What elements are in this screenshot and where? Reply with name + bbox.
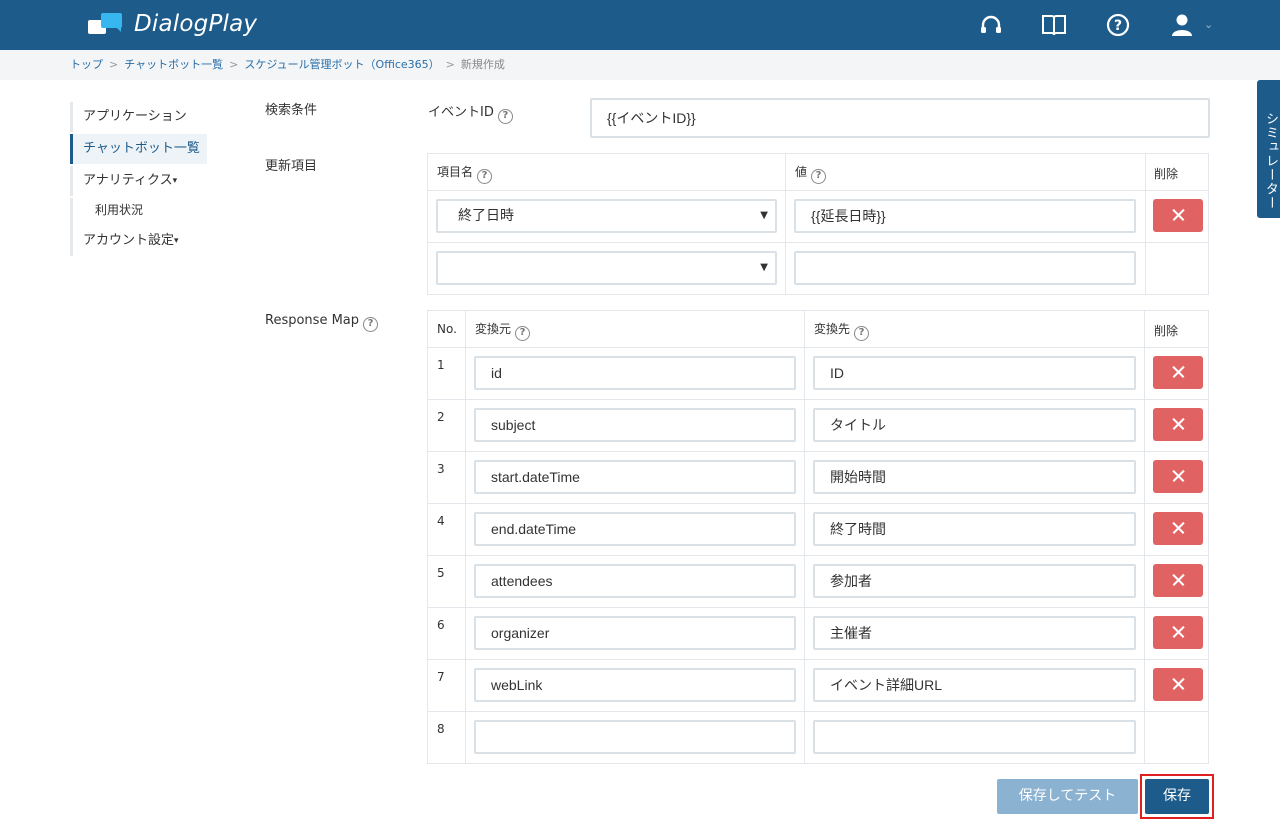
help-circle-icon[interactable]: ? <box>1105 12 1131 38</box>
logo-icon <box>88 10 124 38</box>
help-icon[interactable]: ? <box>477 169 493 184</box>
top-header: DialogPlay ? ⌄ <box>0 0 1280 50</box>
caret-down-icon: ▾ <box>172 176 178 186</box>
source-input[interactable]: id <box>474 356 796 390</box>
dropdown-arrow-icon: ▼ <box>760 210 768 221</box>
breadcrumb-current: 新規作成 <box>460 58 505 71</box>
target-input[interactable]: タイトル <box>813 408 1136 442</box>
col-source: 変換元? <box>475 320 531 341</box>
row-number: 8 <box>437 722 445 736</box>
event-id-label: イベントID? <box>428 101 513 124</box>
search-condition-label: 検索条件 <box>265 103 318 118</box>
item-name-select[interactable]: 終了日時 ▼ <box>436 199 777 233</box>
svg-text:?: ? <box>1114 18 1122 34</box>
update-items-label: 更新項目 <box>265 159 318 174</box>
update-value-input[interactable]: {{延長日時}} <box>794 199 1136 233</box>
source-input[interactable]: start.dateTime <box>474 460 796 494</box>
target-input[interactable]: 主催者 <box>813 616 1136 650</box>
sidebar-item-account[interactable]: アカウント設定▾ <box>70 226 220 256</box>
source-input[interactable]: webLink <box>474 668 796 702</box>
target-input[interactable]: 終了時間 <box>813 512 1136 546</box>
source-input[interactable]: end.dateTime <box>474 512 796 546</box>
caret-down-icon: ▾ <box>174 236 179 246</box>
col-delete: 削除 <box>1154 324 1179 338</box>
response-map-label: Response Map? <box>265 313 379 332</box>
user-menu-chevron-icon[interactable]: ⌄ <box>1204 18 1213 31</box>
save-button-highlight: 保存 <box>1140 774 1214 819</box>
target-input[interactable]: 参加者 <box>813 564 1136 598</box>
save-and-test-button[interactable]: 保存してテスト <box>997 779 1138 814</box>
row-number: 1 <box>437 358 445 372</box>
source-input[interactable]: organizer <box>474 616 796 650</box>
delete-button[interactable] <box>1153 199 1203 232</box>
breadcrumb-top[interactable]: トップ <box>70 58 103 71</box>
target-input[interactable]: イベント詳細URL <box>813 668 1136 702</box>
target-input[interactable]: 開始時間 <box>813 460 1136 494</box>
simulator-tab[interactable]: シミュレーター <box>1257 80 1280 218</box>
sidebar: アプリケーション チャットボット一覧 アナリティクス▾ 利用状況 アカウント設定… <box>70 102 220 258</box>
dropdown-arrow-icon: ▼ <box>760 262 768 273</box>
col-delete: 削除 <box>1154 167 1179 181</box>
event-id-input[interactable]: {{イベントID}} <box>590 98 1210 138</box>
row-number: 5 <box>437 566 445 580</box>
source-input[interactable]: attendees <box>474 564 796 598</box>
col-target: 変換先? <box>814 320 870 341</box>
delete-button[interactable] <box>1153 408 1203 441</box>
delete-button[interactable] <box>1153 616 1203 649</box>
col-no: No. <box>437 322 457 336</box>
row-number: 4 <box>437 514 445 528</box>
help-icon[interactable]: ? <box>363 317 379 332</box>
app-name: DialogPlay <box>134 11 258 37</box>
help-icon[interactable]: ? <box>854 326 870 341</box>
sidebar-item-usage[interactable]: 利用状況 <box>70 198 220 226</box>
sidebar-item-chatbot-list[interactable]: チャットボット一覧 <box>70 134 207 164</box>
help-icon[interactable]: ? <box>515 326 531 341</box>
target-input[interactable] <box>813 720 1136 754</box>
item-name-select[interactable]: ▼ <box>436 251 777 285</box>
update-value-input[interactable] <box>794 251 1136 285</box>
breadcrumb-chatbot-list[interactable]: チャットボット一覧 <box>124 58 223 71</box>
delete-button[interactable] <box>1153 356 1203 389</box>
delete-button[interactable] <box>1153 460 1203 493</box>
delete-button[interactable] <box>1153 564 1203 597</box>
delete-button[interactable] <box>1153 512 1203 545</box>
source-input[interactable] <box>474 720 796 754</box>
target-input[interactable]: ID <box>813 356 1136 390</box>
help-icon[interactable]: ? <box>497 109 513 124</box>
app-logo[interactable]: DialogPlay <box>88 10 257 38</box>
source-input[interactable]: subject <box>474 408 796 442</box>
user-icon[interactable] <box>1169 12 1195 38</box>
row-number: 7 <box>437 670 445 684</box>
delete-button[interactable] <box>1153 668 1203 701</box>
breadcrumb-bot[interactable]: スケジュール管理ボット（Office365） <box>244 58 439 71</box>
row-number: 3 <box>437 462 445 476</box>
headset-icon[interactable] <box>978 12 1004 38</box>
book-icon[interactable] <box>1041 12 1067 38</box>
save-button[interactable]: 保存 <box>1145 779 1209 814</box>
sidebar-item-analytics[interactable]: アナリティクス▾ <box>70 166 220 196</box>
sidebar-item-applications[interactable]: アプリケーション <box>70 102 220 132</box>
row-number: 2 <box>437 410 445 424</box>
col-item-name: 項目名? <box>437 163 493 184</box>
row-number: 6 <box>437 618 445 632</box>
help-icon[interactable]: ? <box>811 169 827 184</box>
col-value: 値? <box>795 163 827 184</box>
breadcrumb: トップ > チャットボット一覧 > スケジュール管理ボット（Office365） > 新規作… <box>0 50 1280 80</box>
